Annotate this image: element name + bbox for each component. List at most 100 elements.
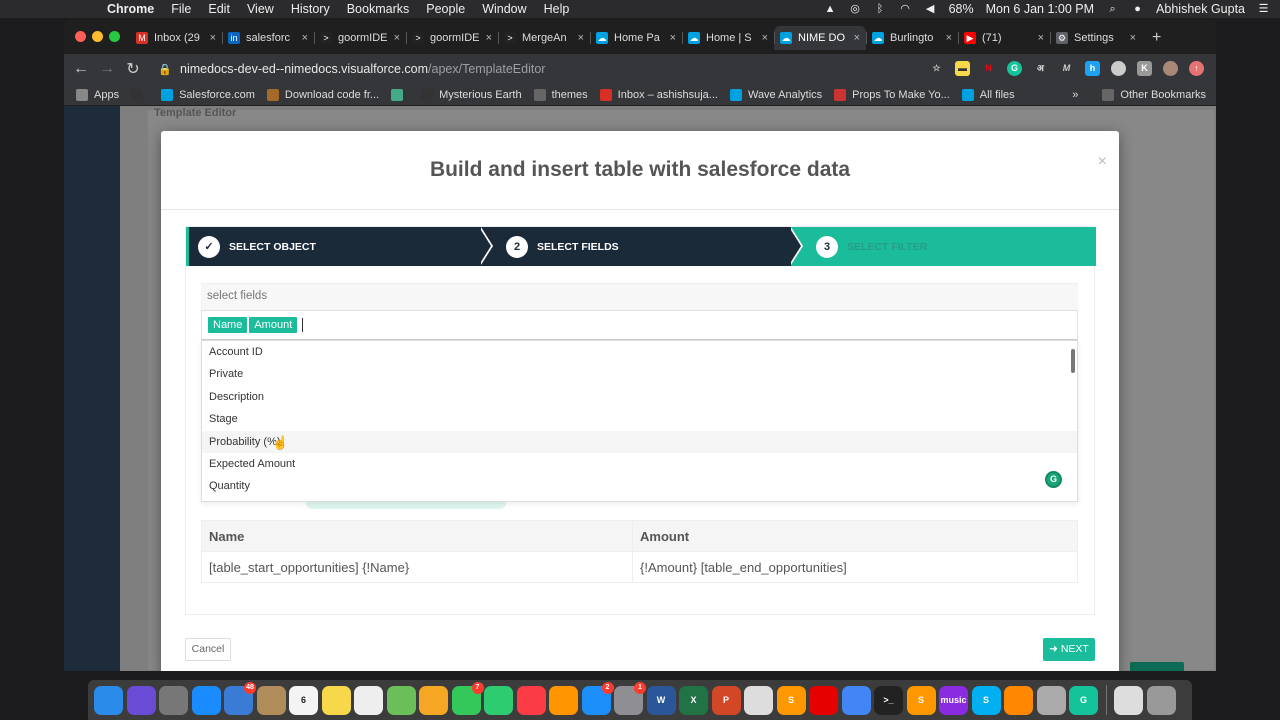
cancel-button[interactable]: Cancel [185, 638, 231, 661]
selected-chip-name[interactable]: Name [208, 317, 248, 333]
browser-tab[interactable]: ☁ Home | S × [682, 26, 774, 50]
menu-bookmarks[interactable]: Bookmarks [347, 2, 410, 16]
tab-close-icon[interactable]: × [762, 32, 768, 44]
profile-avatar[interactable] [1163, 61, 1178, 76]
close-icon[interactable]: × [1098, 153, 1107, 171]
bookmark-item[interactable]: Mysterious Earth [421, 88, 522, 101]
vlc-tray-icon[interactable]: ▲ [824, 3, 837, 15]
contacts-icon[interactable] [256, 685, 286, 715]
finder-icon[interactable] [94, 685, 123, 715]
update-icon[interactable]: ↑ [1189, 61, 1204, 76]
bookmark-item[interactable]: Wave Analytics [729, 88, 822, 101]
menu-app-name[interactable]: Chrome [107, 2, 154, 16]
bookmark-item[interactable]: Download code fr... [266, 88, 379, 101]
calendar-icon[interactable]: 6 [289, 685, 318, 715]
grammarly-icon[interactable]: G [1069, 685, 1098, 715]
ext-h-icon[interactable]: h [1085, 61, 1100, 76]
browser-tab[interactable]: > goormIDE × [406, 26, 498, 50]
close-window-icon[interactable] [75, 31, 86, 42]
fields-multiselect[interactable]: Name Amount [201, 310, 1078, 340]
user-name[interactable]: Abhishek Gupta [1156, 2, 1245, 16]
mail-icon[interactable]: 48 [224, 681, 256, 715]
reload-icon[interactable]: ↻ [120, 59, 146, 79]
sublime-icon[interactable]: S [906, 685, 936, 715]
option-probability[interactable]: Probability (%) [202, 430, 1077, 453]
menu-window[interactable]: Window [482, 2, 526, 16]
amazon-music-icon[interactable]: music [939, 685, 968, 715]
menu-help[interactable]: Help [544, 2, 570, 16]
option-private[interactable]: Private [202, 363, 1077, 385]
new-tab-icon[interactable]: + [1152, 29, 1161, 47]
bookmark-item[interactable] [131, 88, 149, 101]
vodafone-icon[interactable] [809, 685, 838, 715]
ext-netflix-icon[interactable]: N [981, 61, 996, 76]
battery-percent[interactable]: 68% [949, 2, 974, 16]
star-icon[interactable]: ☆ [929, 61, 944, 76]
appstore-icon[interactable]: 2 [581, 681, 614, 715]
ext-m-icon[interactable]: M [1059, 61, 1074, 76]
excel-icon[interactable]: X [679, 685, 708, 715]
step-select-fields[interactable]: 2 SELECT FIELDS [486, 227, 796, 266]
wifi-icon[interactable]: ◠ [899, 3, 912, 15]
browser-tab[interactable]: > MergeAn × [498, 26, 590, 50]
bookmarks-more-icon[interactable]: » [1072, 89, 1078, 101]
spotlight-icon[interactable]: ⌕ [1106, 3, 1119, 15]
bookmark-item[interactable]: All files [961, 88, 1015, 101]
preview-icon[interactable] [1036, 685, 1066, 715]
bookmark-item[interactable]: Inbox – ashishsuja... [599, 88, 718, 101]
tab-close-icon[interactable]: × [210, 32, 216, 44]
photos-icon[interactable] [419, 685, 448, 715]
textedit-icon[interactable] [744, 685, 773, 715]
maps-icon[interactable] [386, 685, 416, 715]
datetime[interactable]: Mon 6 Jan 1:00 PM [986, 2, 1094, 16]
downloads-icon[interactable] [1114, 685, 1143, 715]
browser-tab[interactable]: ▶ (71) × [958, 26, 1050, 50]
tab-close-icon[interactable]: × [1038, 32, 1044, 44]
ext-hindi-icon[interactable]: अ [1033, 61, 1048, 76]
option-stage[interactable]: Stage [202, 408, 1077, 430]
messages-icon[interactable]: 7 [451, 681, 484, 715]
tab-close-icon[interactable]: × [302, 32, 308, 44]
siri-icon[interactable] [126, 685, 156, 715]
chrome-icon[interactable] [841, 685, 871, 715]
bookmark-item[interactable] [391, 88, 409, 101]
browser-tab[interactable]: ☁ Home Pa × [590, 26, 682, 50]
vlc-icon[interactable] [1004, 685, 1033, 715]
notification-center-icon[interactable]: ☰ [1257, 3, 1270, 15]
step-select-object[interactable]: ✓ SELECT OBJECT [186, 227, 486, 266]
grammarly-badge-icon[interactable]: G [1045, 471, 1062, 488]
bookmark-item[interactable]: Apps [76, 88, 119, 101]
bookmark-item[interactable]: Salesforce.com [161, 88, 255, 101]
terminal-icon[interactable]: >_ [874, 685, 903, 715]
ext-k-icon[interactable]: K [1137, 61, 1152, 76]
forward-icon[interactable]: → [94, 60, 120, 78]
address-bar[interactable]: 🔒 nimedocs-dev-ed--nimedocs.visualforce.… [150, 57, 940, 81]
tab-close-icon[interactable]: × [854, 32, 860, 44]
menu-view[interactable]: View [247, 2, 274, 16]
option-quantity[interactable]: Quantity [202, 475, 1077, 497]
fields-dropdown[interactable]: Account ID Private Description Stage Pro… [201, 340, 1078, 502]
books-icon[interactable] [549, 685, 578, 715]
lock-icon[interactable]: 🔒 [158, 63, 172, 76]
tab-close-icon[interactable]: × [1130, 32, 1136, 44]
option-expected-amount[interactable]: Expected Amount [202, 453, 1077, 475]
powerpoint-icon[interactable]: P [711, 685, 741, 715]
word-icon[interactable]: W [646, 685, 676, 715]
menu-file[interactable]: File [171, 2, 191, 16]
ext-circle-icon[interactable] [1111, 61, 1126, 76]
tab-close-icon[interactable]: × [578, 32, 584, 44]
selected-chip-amount[interactable]: Amount [249, 317, 298, 333]
option-account-id[interactable]: Account ID [202, 341, 1077, 363]
bookmark-item[interactable]: Props To Make Yo... [834, 88, 950, 101]
browser-tab[interactable]: M Inbox (29 × [130, 26, 222, 50]
browser-tab[interactable]: ☁ NIME DO × [774, 26, 866, 50]
menu-edit[interactable]: Edit [208, 2, 230, 16]
sublime-icon[interactable]: S [776, 685, 806, 715]
step-select-filter[interactable]: 3 SELECT FILTER [791, 227, 1096, 266]
fullscreen-window-icon[interactable] [109, 31, 120, 42]
menu-history[interactable]: History [291, 2, 330, 16]
back-icon[interactable]: ← [68, 60, 94, 78]
option-description[interactable]: Description [202, 386, 1077, 408]
dropdown-scrollbar[interactable] [1071, 349, 1075, 373]
siri-tray-icon[interactable]: ● [1131, 3, 1144, 15]
